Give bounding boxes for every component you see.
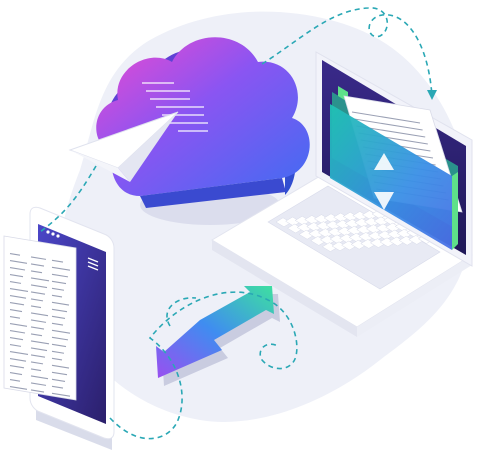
cloud-sync-illustration [0,0,484,451]
illustration-canvas [3,7,473,450]
phone-document-icon [3,235,77,401]
smartphone-icon [3,206,115,450]
